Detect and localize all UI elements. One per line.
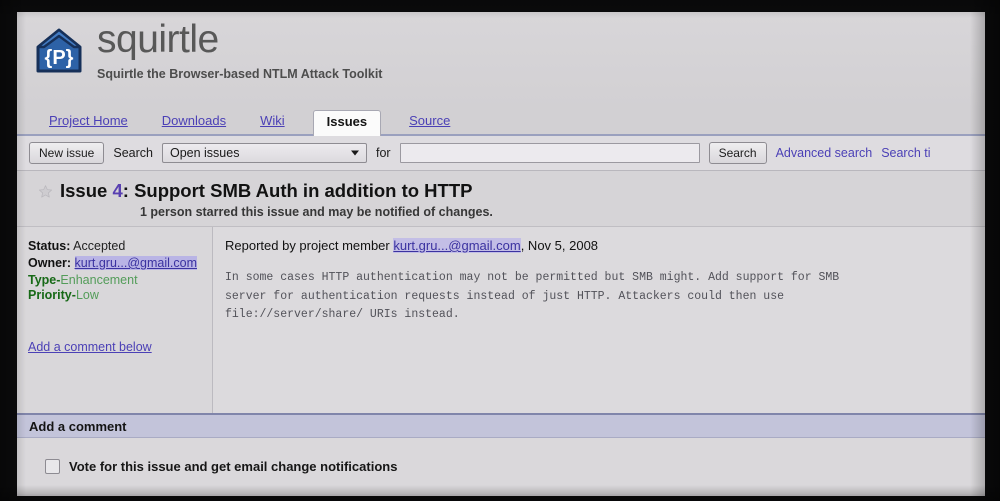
video-frame: {P} squirtle Squirtle the Browser-based … [0,0,1000,501]
owner-label: Owner: [28,256,72,270]
search-input[interactable] [399,143,700,163]
status-label: Status: [28,239,71,253]
vote-checkbox[interactable] [45,458,60,474]
new-issue-button[interactable]: New issue [29,142,105,164]
project-title: squirtle [97,18,219,61]
tab-downloads[interactable]: Downloads [156,110,232,134]
search-tips-link[interactable]: Search ti [881,146,930,160]
status-row: Status: Accepted [28,239,212,253]
vote-area: Vote for this issue and get email change… [17,438,985,494]
project-tagline: Squirtle the Browser-based NTLM Attack T… [97,67,383,81]
issue-search-toolbar: New issue Search Open issues for Search … [17,136,985,171]
search-label: Search [113,146,153,160]
browser-page: {P} squirtle Squirtle the Browser-based … [17,12,985,496]
for-label: for [375,146,391,160]
status-value: Accepted [73,239,126,253]
tab-wiki[interactable]: Wiki [254,110,291,134]
owner-row: Owner: kurt.gru...@gmail.com [28,256,212,270]
type-label-value: Enhancement [60,273,138,287]
issue-detail-pane: Reported by project member kurt.gru...@g… [213,227,985,413]
reported-by-line: Reported by project member kurt.gru...@g… [225,238,985,253]
reported-prefix: Reported by project member [225,238,394,253]
add-comment-below-link[interactable]: Add a comment below [28,340,152,354]
priority-label-key: Priority- [28,288,76,302]
issue-header: Issue 4: Support SMB Auth in addition to… [17,171,985,227]
type-label-key: Type- [28,273,61,287]
site-masthead: {P} squirtle Squirtle the Browser-based … [17,12,985,108]
project-logo-icon: {P} [34,26,84,76]
starred-note: 1 person starred this issue and may be n… [140,205,493,219]
search-button[interactable]: Search [708,142,767,164]
main-nav-tabs: Project Home Downloads Wiki Issues Sourc… [17,108,985,136]
star-outline-icon[interactable] [38,184,53,199]
type-label-chip[interactable]: Type-Enhancement [28,273,212,287]
advanced-search-link[interactable]: Advanced search [776,146,873,160]
owner-email-link[interactable]: kurt.gru...@gmail.com [74,256,197,270]
priority-label-value: Low [75,288,99,302]
add-comment-header-label: Add a comment [29,418,127,434]
tab-issues[interactable]: Issues [312,110,382,136]
issue-metadata-sidebar: Status: Accepted Owner: kurt.gru...@gmai… [17,227,213,413]
page-title: Issue 4: Support SMB Auth in addition to… [60,180,472,202]
issue-number-link[interactable]: 4 [112,180,122,201]
issue-separator: : [122,180,135,201]
reporter-email-link[interactable]: kurt.gru...@gmail.com [393,238,521,253]
issue-prefix: Issue [60,180,113,201]
tab-project-home[interactable]: Project Home [43,110,134,134]
add-comment-header: Add a comment [17,413,985,438]
svg-text:{P}: {P} [45,47,74,69]
priority-label-chip[interactable]: Priority-Low [28,288,212,302]
tab-source[interactable]: Source [403,110,456,134]
vote-checkbox-label[interactable]: Vote for this issue and get email change… [69,459,397,474]
issue-description: In some cases HTTP authentication may no… [225,271,840,322]
issue-summary: Support SMB Auth in addition to HTTP [134,180,473,201]
issue-body: Status: Accepted Owner: kurt.gru...@gmai… [17,227,985,413]
chevron-down-icon [350,150,359,156]
search-scope-select[interactable]: Open issues [161,143,367,163]
search-scope-value: Open issues [169,146,240,160]
reported-date: , Nov 5, 2008 [520,238,599,253]
